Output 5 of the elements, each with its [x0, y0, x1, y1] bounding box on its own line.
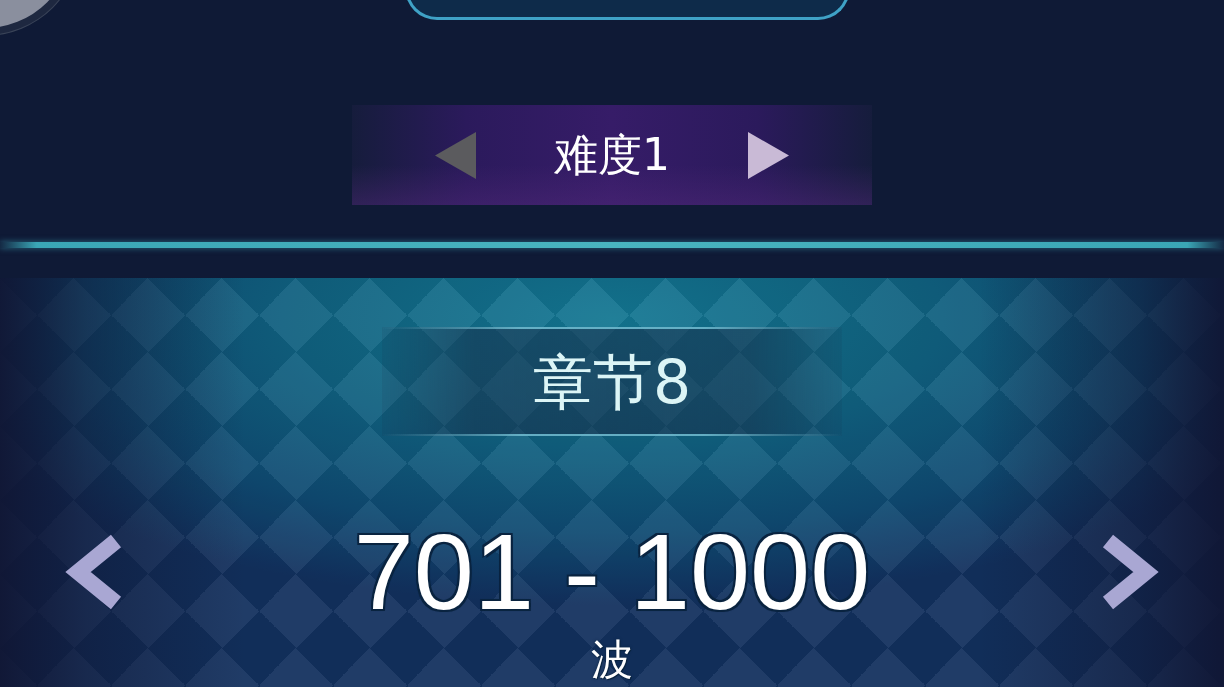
difficulty-label: 难度1 — [554, 129, 670, 181]
wave-range-text: 701 - 1000 — [353, 518, 871, 626]
wave-unit-label: 波 — [591, 637, 633, 682]
triangle-right-icon[interactable] — [748, 131, 789, 179]
chapter-title: 章节8 — [532, 346, 692, 417]
